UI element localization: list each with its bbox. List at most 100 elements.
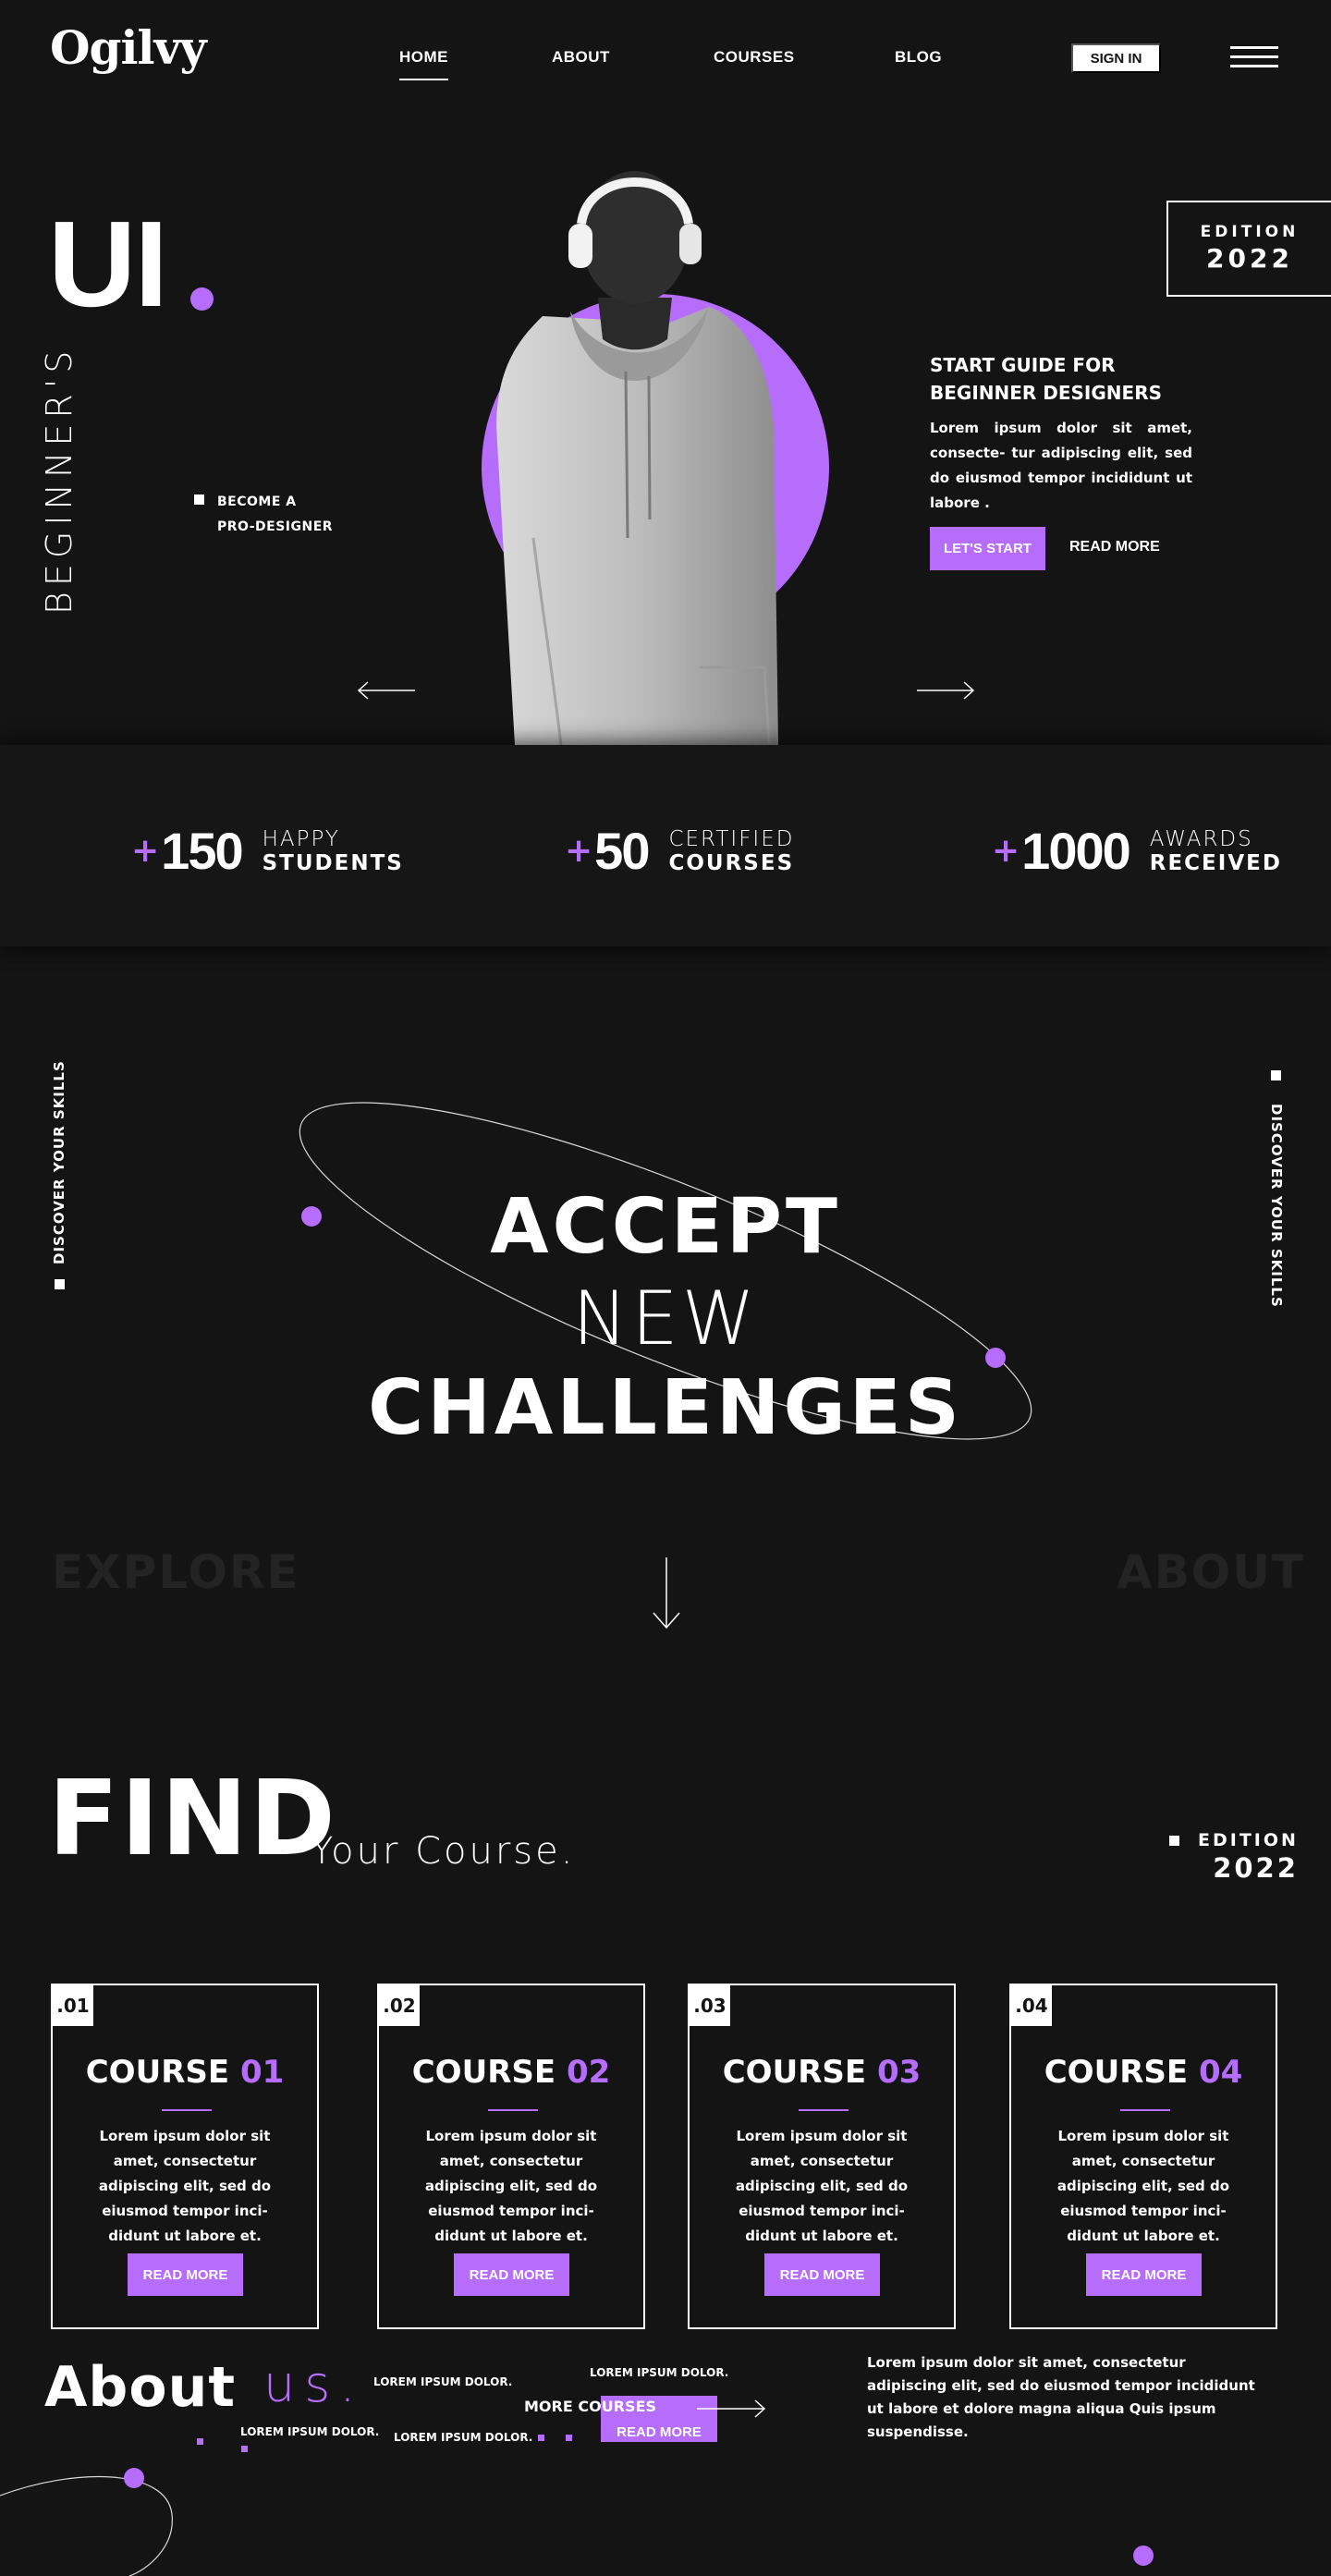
course-title: COURSE 02: [379, 2054, 643, 2091]
stat-courses: + 50 CERTIFIED COURSES: [565, 821, 794, 881]
stat-label-bottom: STUDENTS: [262, 850, 404, 875]
edition-year: 2022: [1213, 1852, 1299, 1884]
course-card: .03 COURSE 03 Lorem ipsum dolor sit amet…: [688, 1984, 956, 2329]
hamburger-menu-icon[interactable]: [1230, 46, 1278, 70]
edition-badge: EDITION 2022: [1166, 201, 1331, 297]
course-card: .02 COURSE 02 Lorem ipsum dolor sit amet…: [377, 1984, 645, 2329]
course-title-text: COURSE: [85, 2054, 230, 2091]
arrow-down-icon[interactable]: [652, 1557, 681, 1631]
course-title: COURSE 04: [1011, 2054, 1276, 2091]
about-tiny-text: LOREM IPSUM DOLOR.: [394, 2431, 533, 2444]
course-description: Lorem ipsum dolor sit amet, consectetur …: [424, 2128, 598, 2244]
orbit-ellipse-graphic: [0, 2468, 173, 2576]
about-tiny-text: LOREM IPSUM DOLOR.: [373, 2375, 513, 2388]
side-square-icon: [1271, 1070, 1282, 1080]
edition-label: EDITION: [1198, 1830, 1299, 1850]
sign-in-button[interactable]: SIGN IN: [1071, 43, 1161, 73]
nav-home[interactable]: HOME: [399, 48, 448, 80]
edition-year: 2022: [1206, 243, 1293, 274]
nav-home-label: HOME: [399, 48, 448, 66]
bullet-line-2: PRO-DESIGNER: [217, 519, 334, 534]
stat-students: + 150 HAPPY STUDENTS: [131, 821, 404, 881]
course-divider: [488, 2109, 538, 2111]
course-title-text: COURSE: [722, 2054, 867, 2091]
course-description: Lorem ipsum dolor sit amet, consectetur …: [735, 2128, 909, 2244]
stat-number: 1000: [1021, 822, 1131, 880]
hero-bullet-text: BECOME A PRO-DESIGNER: [217, 490, 333, 540]
nav-blog[interactable]: BLOG: [895, 48, 942, 67]
edition-label: EDITION: [1200, 223, 1300, 241]
course-index: .04: [1011, 1985, 1052, 2026]
stat-plus: +: [992, 832, 1020, 870]
lets-start-button[interactable]: LET'S START: [930, 527, 1045, 570]
decor-square: [538, 2435, 544, 2441]
stat-label-top: HAPPY: [262, 826, 340, 851]
stat-label-bottom: COURSES: [668, 850, 795, 875]
hero-vertical-text: BEGINNER'S: [39, 345, 79, 615]
about-title: About: [44, 2355, 237, 2420]
hero-read-more-link[interactable]: READ MORE: [1069, 539, 1160, 555]
course-read-more-button[interactable]: READ MORE: [454, 2253, 569, 2296]
courses-subtitle: Your Course.: [311, 1830, 576, 1873]
course-card: .01 COURSE 01 Lorem ipsum dolor sit amet…: [51, 1984, 319, 2329]
course-read-more-button[interactable]: READ MORE: [128, 2253, 243, 2296]
hero-person-image: [496, 171, 778, 745]
stat-number: 50: [594, 822, 650, 880]
course-divider: [162, 2109, 212, 2111]
guide-text: Lorem ipsum dolor sit amet, consecte- tu…: [930, 420, 1192, 511]
challenge-line-3: CHALLENGES: [368, 1364, 963, 1452]
course-title-number: 01: [239, 2054, 285, 2091]
about-description: Lorem ipsum dolor sit amet, consectetur …: [867, 2354, 1255, 2440]
hero-title: UI: [48, 196, 168, 332]
decor-square: [566, 2435, 572, 2441]
course-description: Lorem ipsum dolor sit amet, consectetur …: [98, 2128, 272, 2244]
ghost-text-about: ABOUT: [1117, 1545, 1306, 1599]
bullet-line-1: BECOME A: [217, 494, 297, 509]
course-divider: [799, 2109, 849, 2111]
nav-about[interactable]: ABOUT: [552, 48, 610, 67]
bullet-square-icon: [194, 494, 204, 505]
stat-label-bottom: RECEIVED: [1149, 850, 1282, 875]
hero-title-dot: [190, 287, 214, 311]
stat-plus: +: [131, 832, 160, 870]
logo[interactable]: Ogilvy: [50, 20, 207, 75]
course-title-number: 03: [876, 2054, 922, 2091]
more-courses-link[interactable]: MORE COURSES: [524, 2398, 656, 2415]
course-index: .02: [379, 1985, 420, 2026]
about-us-text: us.: [263, 2355, 365, 2413]
course-index: .01: [53, 1985, 93, 2026]
courses-title: FIND: [48, 1759, 337, 1879]
course-title-number: 02: [566, 2054, 611, 2091]
decor-dot: [1133, 2545, 1154, 2566]
challenge-line-2: NEW: [572, 1276, 759, 1361]
decor-square: [197, 2438, 203, 2445]
about-tiny-text: LOREM IPSUM DOLOR.: [240, 2425, 380, 2438]
course-title-text: COURSE: [1044, 2054, 1189, 2091]
nav-courses[interactable]: COURSES: [714, 48, 795, 67]
course-title: COURSE 03: [690, 2054, 954, 2091]
ghost-text-explore: EXPLORE: [52, 1545, 300, 1599]
arrow-left-icon[interactable]: [356, 679, 417, 702]
course-read-more-button[interactable]: READ MORE: [1086, 2253, 1202, 2296]
stat-label-top: CERTIFIED: [668, 826, 795, 851]
nav-active-underline: [399, 79, 448, 80]
edition-square-icon: [1169, 1835, 1179, 1846]
courses-edition: EDITION 2022: [1169, 1830, 1299, 1884]
guide-title: START GUIDE FOR BEGINNER DESIGNERS: [930, 354, 1162, 404]
arrow-right-icon[interactable]: [695, 2398, 767, 2420]
decor-square: [241, 2446, 248, 2452]
challenge-line-1: ACCEPT: [490, 1183, 841, 1271]
stat-number: 150: [161, 822, 243, 880]
course-title-text: COURSE: [411, 2054, 556, 2091]
course-description: Lorem ipsum dolor sit amet, consectetur …: [1056, 2128, 1230, 2244]
stat-plus: +: [565, 832, 593, 870]
course-card: .04 COURSE 04 Lorem ipsum dolor sit amet…: [1009, 1984, 1277, 2329]
course-title: COURSE 01: [53, 2054, 317, 2091]
course-divider: [1120, 2109, 1170, 2111]
course-title-number: 04: [1198, 2054, 1243, 2091]
course-read-more-button[interactable]: READ MORE: [764, 2253, 880, 2296]
course-index: .03: [690, 1985, 730, 2026]
stat-label-top: AWARDS: [1149, 826, 1253, 851]
arrow-right-icon[interactable]: [915, 679, 976, 702]
about-tiny-text: LOREM IPSUM DOLOR.: [590, 2366, 729, 2379]
